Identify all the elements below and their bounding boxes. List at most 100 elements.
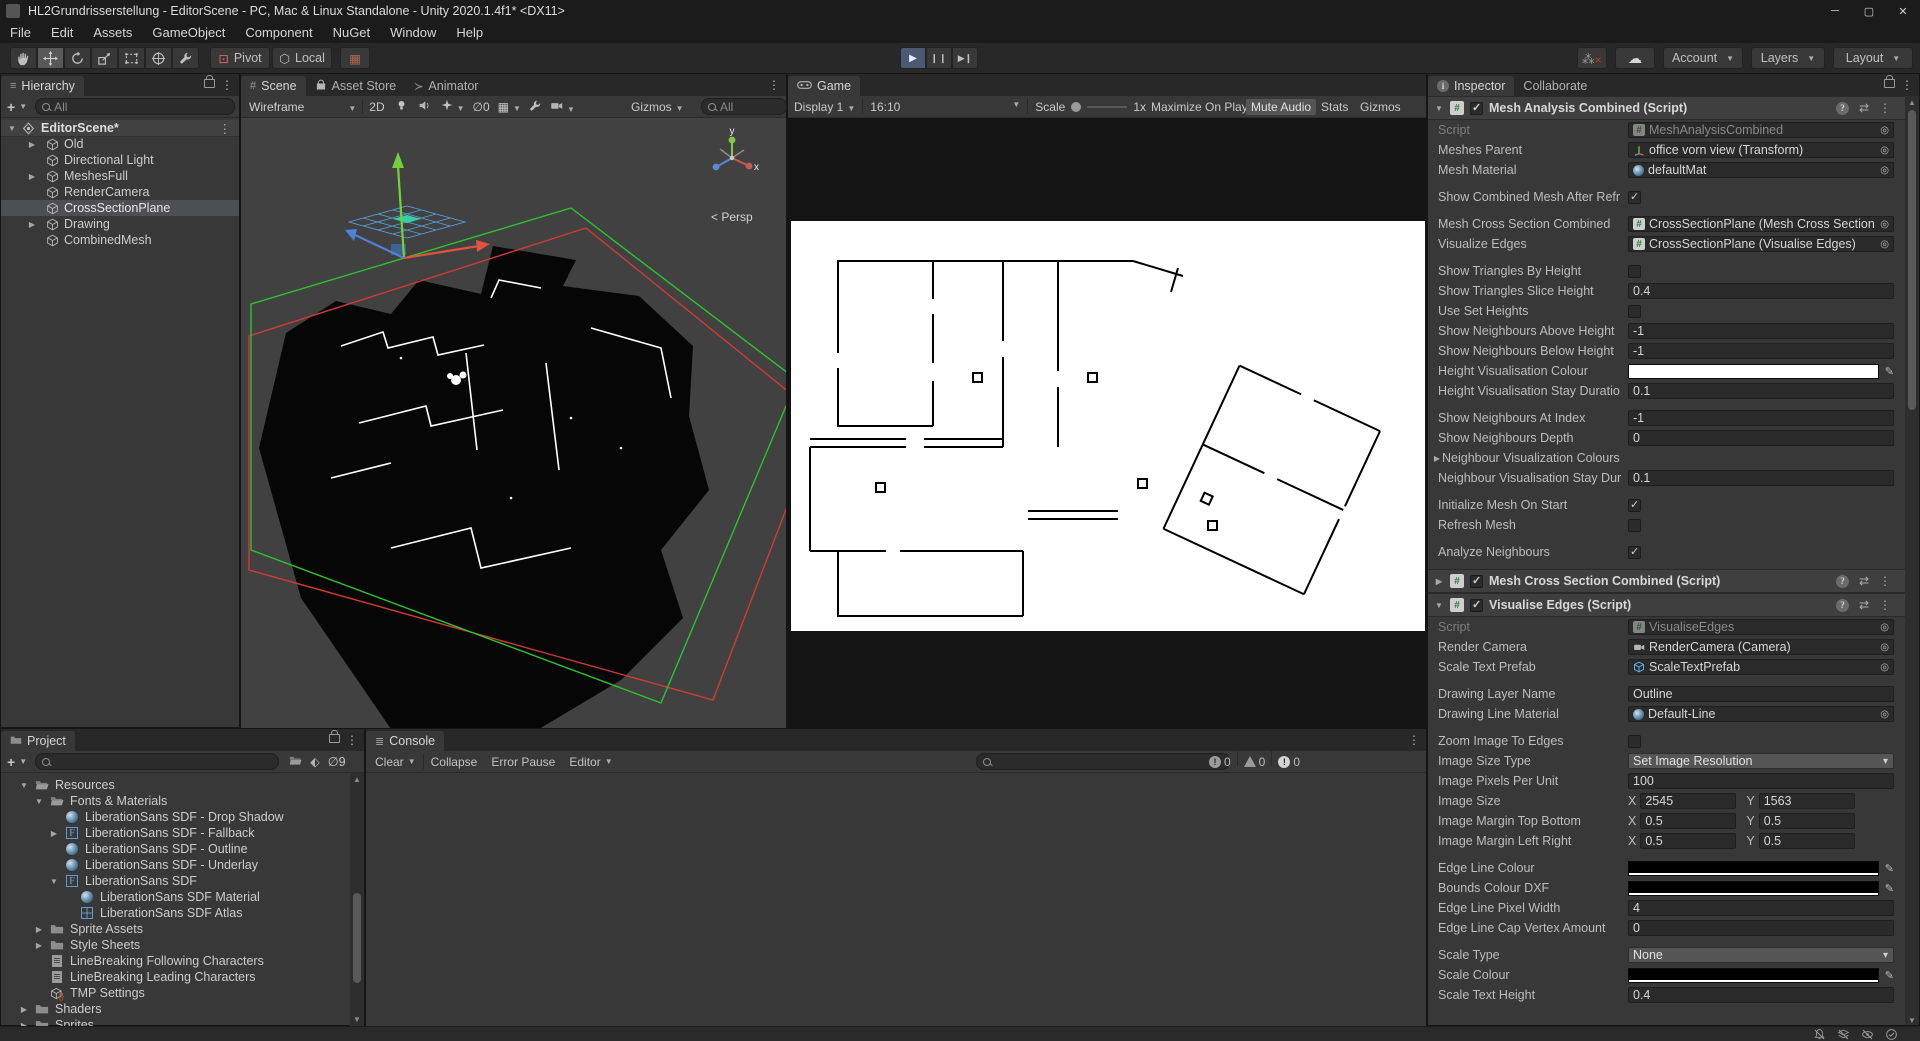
slider-track[interactable] xyxy=(1087,106,1127,108)
tab-console[interactable]: ≣ Console xyxy=(366,731,444,751)
rotate-tool-button[interactable] xyxy=(64,47,91,69)
mute-audio-toggle[interactable]: Mute Audio xyxy=(1246,99,1316,115)
minimize-button[interactable]: ─ xyxy=(1818,0,1852,22)
foldout-closed-icon[interactable]: ▶ xyxy=(27,172,37,181)
menu-nuget[interactable]: NuGet xyxy=(323,25,381,40)
margin-lr-y-input[interactable]: 0.5 xyxy=(1759,833,1855,849)
scrollbar-thumb[interactable] xyxy=(1908,110,1916,410)
kebab-menu-icon[interactable]: ⋮ xyxy=(219,121,232,136)
collab-button[interactable]: ⁂✕ xyxy=(1577,47,1607,69)
menu-help[interactable]: Help xyxy=(446,25,493,40)
cloud-button[interactable]: ☁ xyxy=(1615,47,1655,69)
use-set-heights-checkbox[interactable] xyxy=(1628,305,1641,318)
move-tool-button[interactable] xyxy=(37,47,64,69)
image-size-type-dropdown[interactable]: Set Image Resolution xyxy=(1628,753,1894,769)
tab-inspector[interactable]: i Inspector xyxy=(1428,76,1514,96)
project-search-input[interactable] xyxy=(35,753,279,770)
custom-tool-button[interactable] xyxy=(172,47,199,69)
lock-icon[interactable] xyxy=(204,79,215,88)
eyedropper-icon[interactable]: ✎ xyxy=(1885,365,1894,378)
scale-type-dropdown[interactable]: None xyxy=(1628,947,1894,963)
height-stay-duration-input[interactable]: 0.1 xyxy=(1628,383,1894,399)
step-button[interactable]: ▶❙ xyxy=(952,47,978,69)
clear-button[interactable]: Clear▼ xyxy=(368,751,423,772)
eyedropper-icon[interactable]: ✎ xyxy=(1885,882,1894,895)
foldout-open-icon[interactable]: ▼ xyxy=(34,797,44,806)
error-pause-toggle[interactable]: Error Pause xyxy=(484,751,562,772)
audio-toggle-icon[interactable] xyxy=(418,99,431,115)
play-button[interactable]: ▶ xyxy=(900,47,926,69)
project-item-dropshadow[interactable]: LiberationSans SDF - Drop Shadow xyxy=(1,809,364,825)
foldout-open-icon[interactable]: ▼ xyxy=(49,877,59,886)
drawing-layer-name-input[interactable]: Outline xyxy=(1628,686,1894,702)
hierarchy-item-directional-light[interactable]: Directional Light xyxy=(1,152,239,168)
collapse-toggle[interactable]: Collapse xyxy=(424,751,485,772)
foldout-closed-icon[interactable]: ▶ xyxy=(19,1005,29,1014)
create-button[interactable]: + xyxy=(7,99,15,115)
foldout-open-icon[interactable]: ▼ xyxy=(7,124,17,133)
cap-vertex-amount-input[interactable]: 0 xyxy=(1628,920,1894,936)
foldout-open-icon[interactable]: ▼ xyxy=(1434,104,1444,113)
bounds-colour-swatch[interactable] xyxy=(1628,881,1879,896)
error-count-badge[interactable]: !0 xyxy=(1272,751,1306,772)
search-by-label-icon[interactable]: ⬖ xyxy=(310,754,320,769)
neighbours-above-input[interactable]: -1 xyxy=(1628,323,1894,339)
account-dropdown[interactable]: Account▼ xyxy=(1663,47,1743,69)
visualize-edges-field[interactable]: #CrossSectionPlane (Visualise Edges)◎ xyxy=(1628,236,1894,252)
project-item-fallback[interactable]: ▶ F LiberationSans SDF - Fallback xyxy=(1,825,364,841)
project-item-sprite-assets[interactable]: ▶ Sprite Assets xyxy=(1,921,364,937)
notifications-muted-icon[interactable] xyxy=(1812,1028,1826,1040)
margin-tb-y-input[interactable]: 0.5 xyxy=(1759,813,1855,829)
object-picker-icon[interactable]: ◎ xyxy=(1880,709,1889,720)
refresh-mesh-checkbox[interactable] xyxy=(1628,519,1641,532)
2d-toggle[interactable]: 2D xyxy=(369,100,384,114)
image-size-x-input[interactable]: 2545 xyxy=(1640,793,1736,809)
close-button[interactable]: ✕ xyxy=(1886,0,1920,22)
project-item-underlay[interactable]: LiberationSans SDF - Underlay xyxy=(1,857,364,873)
cache-disabled-icon[interactable] xyxy=(1836,1028,1850,1040)
editor-dropdown[interactable]: Editor▼ xyxy=(562,751,619,772)
presets-icon[interactable]: ⇄ xyxy=(1859,574,1869,588)
hierarchy-scene-row[interactable]: ▼ EditorScene* ⋮ xyxy=(1,120,239,137)
margin-lr-x-input[interactable]: 0.5 xyxy=(1640,833,1736,849)
kebab-menu-icon[interactable]: ⋮ xyxy=(346,733,358,747)
hierarchy-item-combinedmesh[interactable]: CombinedMesh xyxy=(1,232,239,248)
pivot-toggle-button[interactable]: ⊡ Pivot xyxy=(210,47,270,69)
component-enabled-checkbox[interactable] xyxy=(1470,102,1483,115)
scene-camera-dropdown[interactable]: ▼ xyxy=(550,99,575,115)
lock-icon[interactable] xyxy=(1884,79,1895,88)
menu-assets[interactable]: Assets xyxy=(83,25,142,40)
kebab-menu-icon[interactable]: ⋮ xyxy=(221,78,233,92)
foldout-open-icon[interactable]: ▼ xyxy=(1434,601,1444,610)
slider-handle[interactable] xyxy=(1071,102,1081,112)
render-camera-field[interactable]: RenderCamera (Camera)◎ xyxy=(1628,639,1894,655)
zoom-image-checkbox[interactable] xyxy=(1628,735,1641,748)
presets-icon[interactable]: ⇄ xyxy=(1859,598,1869,612)
scene-viewport[interactable]: y x < Persp xyxy=(241,118,786,729)
eyedropper-icon[interactable]: ✎ xyxy=(1885,862,1894,875)
kebab-menu-icon[interactable]: ⋮ xyxy=(1901,78,1913,92)
scale-slider[interactable]: Scale 1x xyxy=(1035,100,1146,114)
pause-button[interactable]: ❙❙ xyxy=(926,47,952,69)
rect-tool-button[interactable] xyxy=(118,47,145,69)
menu-window[interactable]: Window xyxy=(380,25,446,40)
help-icon[interactable]: ? xyxy=(1836,599,1849,612)
lighting-toggle-icon[interactable] xyxy=(395,99,408,115)
object-picker-icon[interactable]: ◎ xyxy=(1880,145,1889,156)
kebab-menu-icon[interactable]: ⋮ xyxy=(1408,733,1420,747)
foldout-closed-icon[interactable]: ▶ xyxy=(34,941,44,950)
project-item-fonts-materials[interactable]: ▼ Fonts & Materials xyxy=(1,793,364,809)
local-toggle-button[interactable]: ⬡ Local xyxy=(272,47,332,69)
project-item-liberationsans-sdf[interactable]: ▼ F LiberationSans SDF xyxy=(1,873,364,889)
hierarchy-item-meshesfull[interactable]: ▶ MeshesFull xyxy=(1,168,239,184)
foldout-closed-icon[interactable]: ▶ xyxy=(1432,454,1442,463)
visibility-disabled-icon[interactable] xyxy=(1860,1028,1874,1040)
object-picker-icon[interactable]: ◎ xyxy=(1880,165,1889,176)
script-field[interactable]: #MeshAnalysisCombined◎ xyxy=(1628,122,1894,138)
kebab-menu-icon[interactable]: ⋮ xyxy=(768,78,780,92)
menu-component[interactable]: Component xyxy=(235,25,322,40)
draw-mode-dropdown[interactable]: Wireframe▼ xyxy=(249,100,356,114)
menu-edit[interactable]: Edit xyxy=(41,25,83,40)
pixels-per-unit-input[interactable]: 100 xyxy=(1628,773,1894,789)
neighbours-depth-input[interactable]: 0 xyxy=(1628,430,1894,446)
